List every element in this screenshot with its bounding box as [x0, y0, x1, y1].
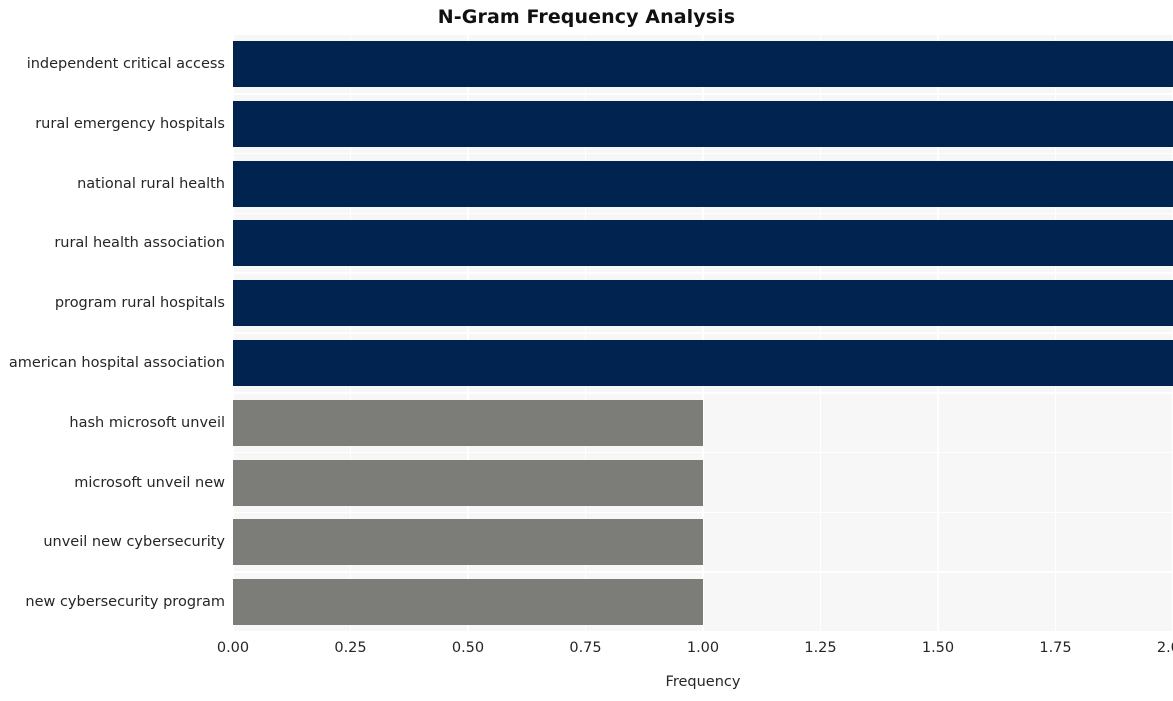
- gridline-horizontal: [233, 332, 1173, 334]
- chart-title: N-Gram Frequency Analysis: [437, 6, 736, 28]
- x-tick-label: 1.75: [1039, 640, 1072, 656]
- y-tick-label: national rural health: [77, 175, 225, 192]
- y-tick-label: american hospital association: [8, 354, 225, 371]
- x-axis-label: Frequency: [665, 674, 741, 690]
- x-tick-label: 0.00: [216, 640, 250, 656]
- bar: [233, 220, 1173, 267]
- chart-figure: N-Gram Frequency Analysis independent cr…: [0, 0, 1173, 701]
- y-tick-label: unveil new cybersecurity: [43, 534, 225, 551]
- bar: [233, 399, 703, 446]
- plot-area: [233, 34, 1173, 632]
- gridline-horizontal: [233, 451, 1173, 454]
- bar: [233, 339, 1173, 386]
- gridline-horizontal: [233, 392, 1173, 394]
- y-tick-label: independent critical access: [26, 55, 225, 72]
- bar: [233, 100, 1173, 147]
- gridline-horizontal: [233, 212, 1173, 215]
- gridline-horizontal: [233, 571, 1173, 573]
- gridline-horizontal: [233, 272, 1173, 274]
- bar: [233, 40, 1173, 87]
- y-tick-label: program rural hospitals: [54, 295, 225, 312]
- gridline-horizontal: [233, 152, 1173, 155]
- y-axis-tick-labels: independent critical access rural emergen…: [0, 34, 225, 632]
- gridline-horizontal: [233, 34, 1173, 35]
- gridline-horizontal: [233, 93, 1173, 95]
- x-tick-label: 2.00: [1156, 640, 1173, 656]
- bar: [233, 459, 703, 506]
- y-tick-label: rural emergency hospitals: [35, 115, 225, 132]
- gridline-horizontal: [233, 511, 1173, 514]
- x-axis-tick-labels: 0.00 0.25 0.50 0.75 1.00 1.25 1.50 1.75 2.00: [217, 632, 1173, 662]
- x-tick-label: 0.50: [451, 640, 485, 656]
- x-tick-label: 1.50: [921, 640, 955, 656]
- y-tick-label: hash microsoft unveil: [69, 414, 225, 431]
- x-tick-label: 1.25: [804, 640, 837, 656]
- x-tick-label: 0.25: [334, 640, 367, 656]
- bar: [233, 519, 703, 566]
- x-tick-label: 0.75: [569, 640, 602, 656]
- bar: [233, 579, 703, 626]
- x-tick-label: 1.00: [686, 640, 720, 656]
- bar: [233, 280, 1173, 327]
- y-tick-label: rural health association: [54, 235, 225, 252]
- bar: [233, 160, 1173, 207]
- y-tick-label: microsoft unveil new: [74, 474, 225, 491]
- y-tick-label: new cybersecurity program: [25, 594, 225, 611]
